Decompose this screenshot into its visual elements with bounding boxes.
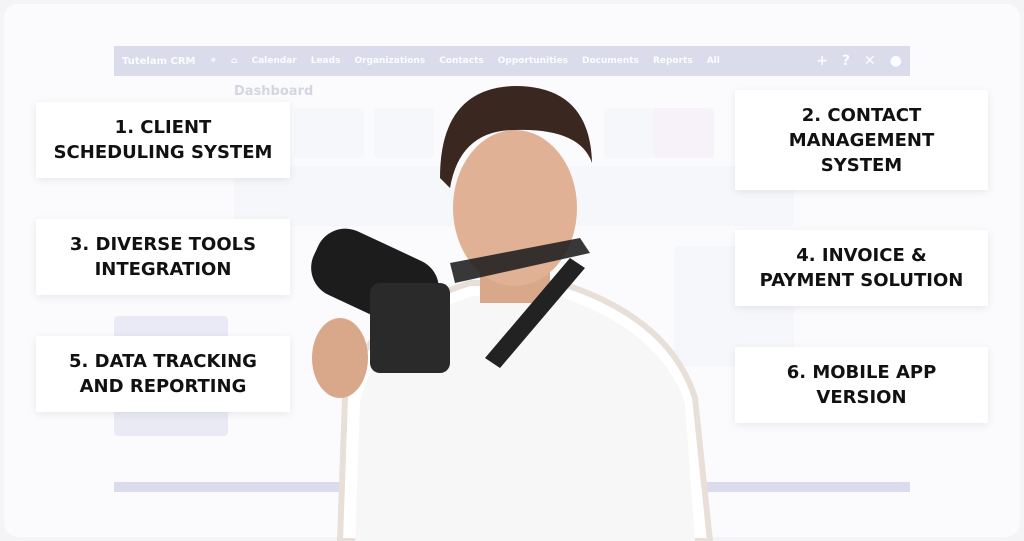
nav-item: Opportunities bbox=[497, 56, 568, 66]
feature-card-2: 2. CONTACT MANAGEMENT SYSTEM bbox=[735, 90, 988, 190]
help-icon: ? bbox=[841, 53, 851, 69]
nav-item: All bbox=[706, 56, 720, 66]
nav-item: Calendar bbox=[251, 56, 297, 66]
feature-card-5: 5. DATA TRACKING AND REPORTING bbox=[36, 336, 290, 412]
logo-icon: ✶ bbox=[209, 56, 218, 66]
feature-card-3: 3. DIVERSE TOOLS INTEGRATION bbox=[36, 219, 290, 295]
plus-icon: + bbox=[816, 53, 828, 69]
nav-item: Contacts bbox=[439, 56, 484, 66]
feature-card-6: 6. MOBILE APP VERSION bbox=[735, 347, 988, 423]
feature-card-1: 1. CLIENT SCHEDULING SYSTEM bbox=[36, 102, 290, 178]
photographer-image bbox=[311, 86, 714, 541]
nav-item: Organizations bbox=[354, 56, 426, 66]
nav-item: Leads bbox=[310, 56, 341, 66]
nav-item: Reports bbox=[652, 56, 693, 66]
tools-icon: ✕ bbox=[864, 53, 876, 69]
nav-item: Documents bbox=[581, 56, 639, 66]
crm-brand: Tutelam CRM bbox=[122, 55, 196, 67]
home-icon: ⌂ bbox=[231, 56, 238, 66]
user-icon: ● bbox=[889, 53, 902, 69]
feature-card-4: 4. INVOICE & PAYMENT SOLUTION bbox=[735, 230, 988, 306]
